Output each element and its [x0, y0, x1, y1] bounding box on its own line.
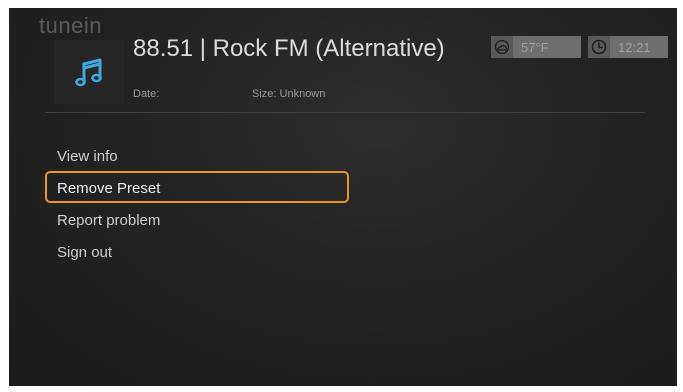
cloud-icon: [491, 36, 513, 58]
weather-status: 57°F: [491, 36, 581, 58]
header-divider: [45, 112, 645, 113]
options-menu: View info Remove Preset Report problem S…: [45, 139, 349, 267]
temperature-text: 57°F: [521, 39, 549, 55]
station-art: [54, 40, 124, 104]
menu-item-report-problem[interactable]: Report problem: [45, 203, 349, 235]
station-title: 88.51 | Rock FM (Alternative): [133, 35, 445, 62]
menu-item-sign-out[interactable]: Sign out: [45, 235, 349, 267]
size-label: Size: Unknown: [252, 88, 326, 100]
menu-item-remove-preset[interactable]: Remove Preset: [45, 171, 349, 203]
brand-watermark: tunein: [39, 13, 102, 38]
music-note-icon: [75, 58, 102, 87]
tunein-options-screen: tunein 88.51 | Rock FM (Alternative) Dat…: [9, 8, 677, 386]
clock-status: 12:21: [588, 36, 668, 58]
menu-item-view-info[interactable]: View info: [45, 139, 349, 171]
date-label: Date:: [133, 88, 160, 100]
time-text: 12:21: [618, 39, 651, 55]
clock-icon: [588, 36, 610, 58]
